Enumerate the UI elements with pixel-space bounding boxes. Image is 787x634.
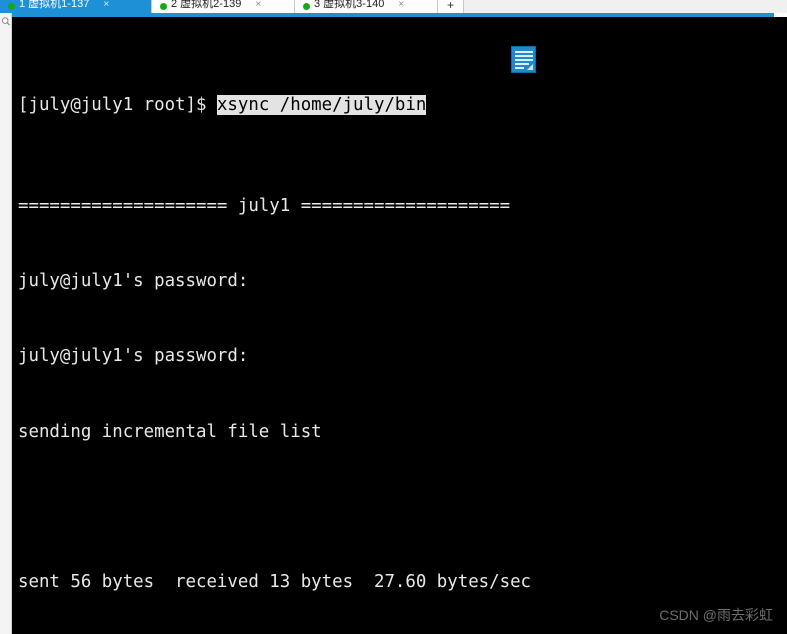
copy-clipboard-icon[interactable] xyxy=(511,46,536,73)
terminal-line: sending incremental file list xyxy=(18,421,322,442)
tab-vm3[interactable]: 3 虚拟机3-140 × xyxy=(295,0,438,13)
terminal-line: july@july1's password: xyxy=(18,346,249,367)
terminal-accent-bar-tail xyxy=(774,13,787,17)
copy-icon-line xyxy=(515,59,533,61)
copy-icon-line xyxy=(515,51,533,53)
tab-vm1[interactable]: 1 虚拟机1-137 × xyxy=(0,0,152,13)
terminal-screen[interactable]: [july@july1 root]$ xsync /home/july/bin … xyxy=(12,18,787,634)
terminal-line: july@july1's password: xyxy=(18,270,249,291)
terminal-accent-bar xyxy=(12,13,774,17)
copy-icon-corner xyxy=(527,64,533,70)
copy-icon-line xyxy=(515,67,524,69)
watermark: CSDN @雨去彩虹 xyxy=(659,607,773,623)
new-tab-button[interactable]: + xyxy=(438,0,464,13)
tab-status-dot-icon xyxy=(160,3,167,10)
tab-label: 3 虚拟机3-140 xyxy=(314,0,385,10)
tab-label: 1 虚拟机1-137 xyxy=(19,0,90,10)
tab-label: 2 虚拟机2-139 xyxy=(171,0,242,10)
copy-icon-line xyxy=(515,55,533,57)
plus-icon: + xyxy=(446,0,454,12)
side-rail xyxy=(0,13,12,634)
terminal-line: ==================== july1 =============… xyxy=(18,195,511,216)
selected-command-text[interactable]: xsync /home/july/bin xyxy=(216,95,427,116)
terminal-line-command: [july@july1 root]$ xsync /home/july/bin xyxy=(12,93,787,118)
tab-status-dot-icon xyxy=(8,3,15,10)
tab-close-icon[interactable]: × xyxy=(398,0,404,11)
terminal-window[interactable]: [july@july1 root]$ xsync /home/july/bin … xyxy=(12,13,787,634)
tab-bar-empty-space xyxy=(464,0,787,13)
search-icon[interactable] xyxy=(1,16,11,28)
shell-prompt: [july@july1 root]$ xyxy=(18,95,217,116)
tab-close-icon[interactable]: × xyxy=(103,0,109,11)
tab-status-dot-icon xyxy=(303,3,310,10)
terminal-line: sent 56 bytes received 13 bytes 27.60 by… xyxy=(18,572,532,593)
tab-bar: 1 虚拟机1-137 × 2 虚拟机2-139 × 3 虚拟机3-140 × + xyxy=(0,0,787,13)
app-root: 1 虚拟机1-137 × 2 虚拟机2-139 × 3 虚拟机3-140 × +… xyxy=(0,0,787,634)
tab-close-icon[interactable]: × xyxy=(255,0,261,11)
tab-vm2[interactable]: 2 虚拟机2-139 × xyxy=(152,0,295,13)
